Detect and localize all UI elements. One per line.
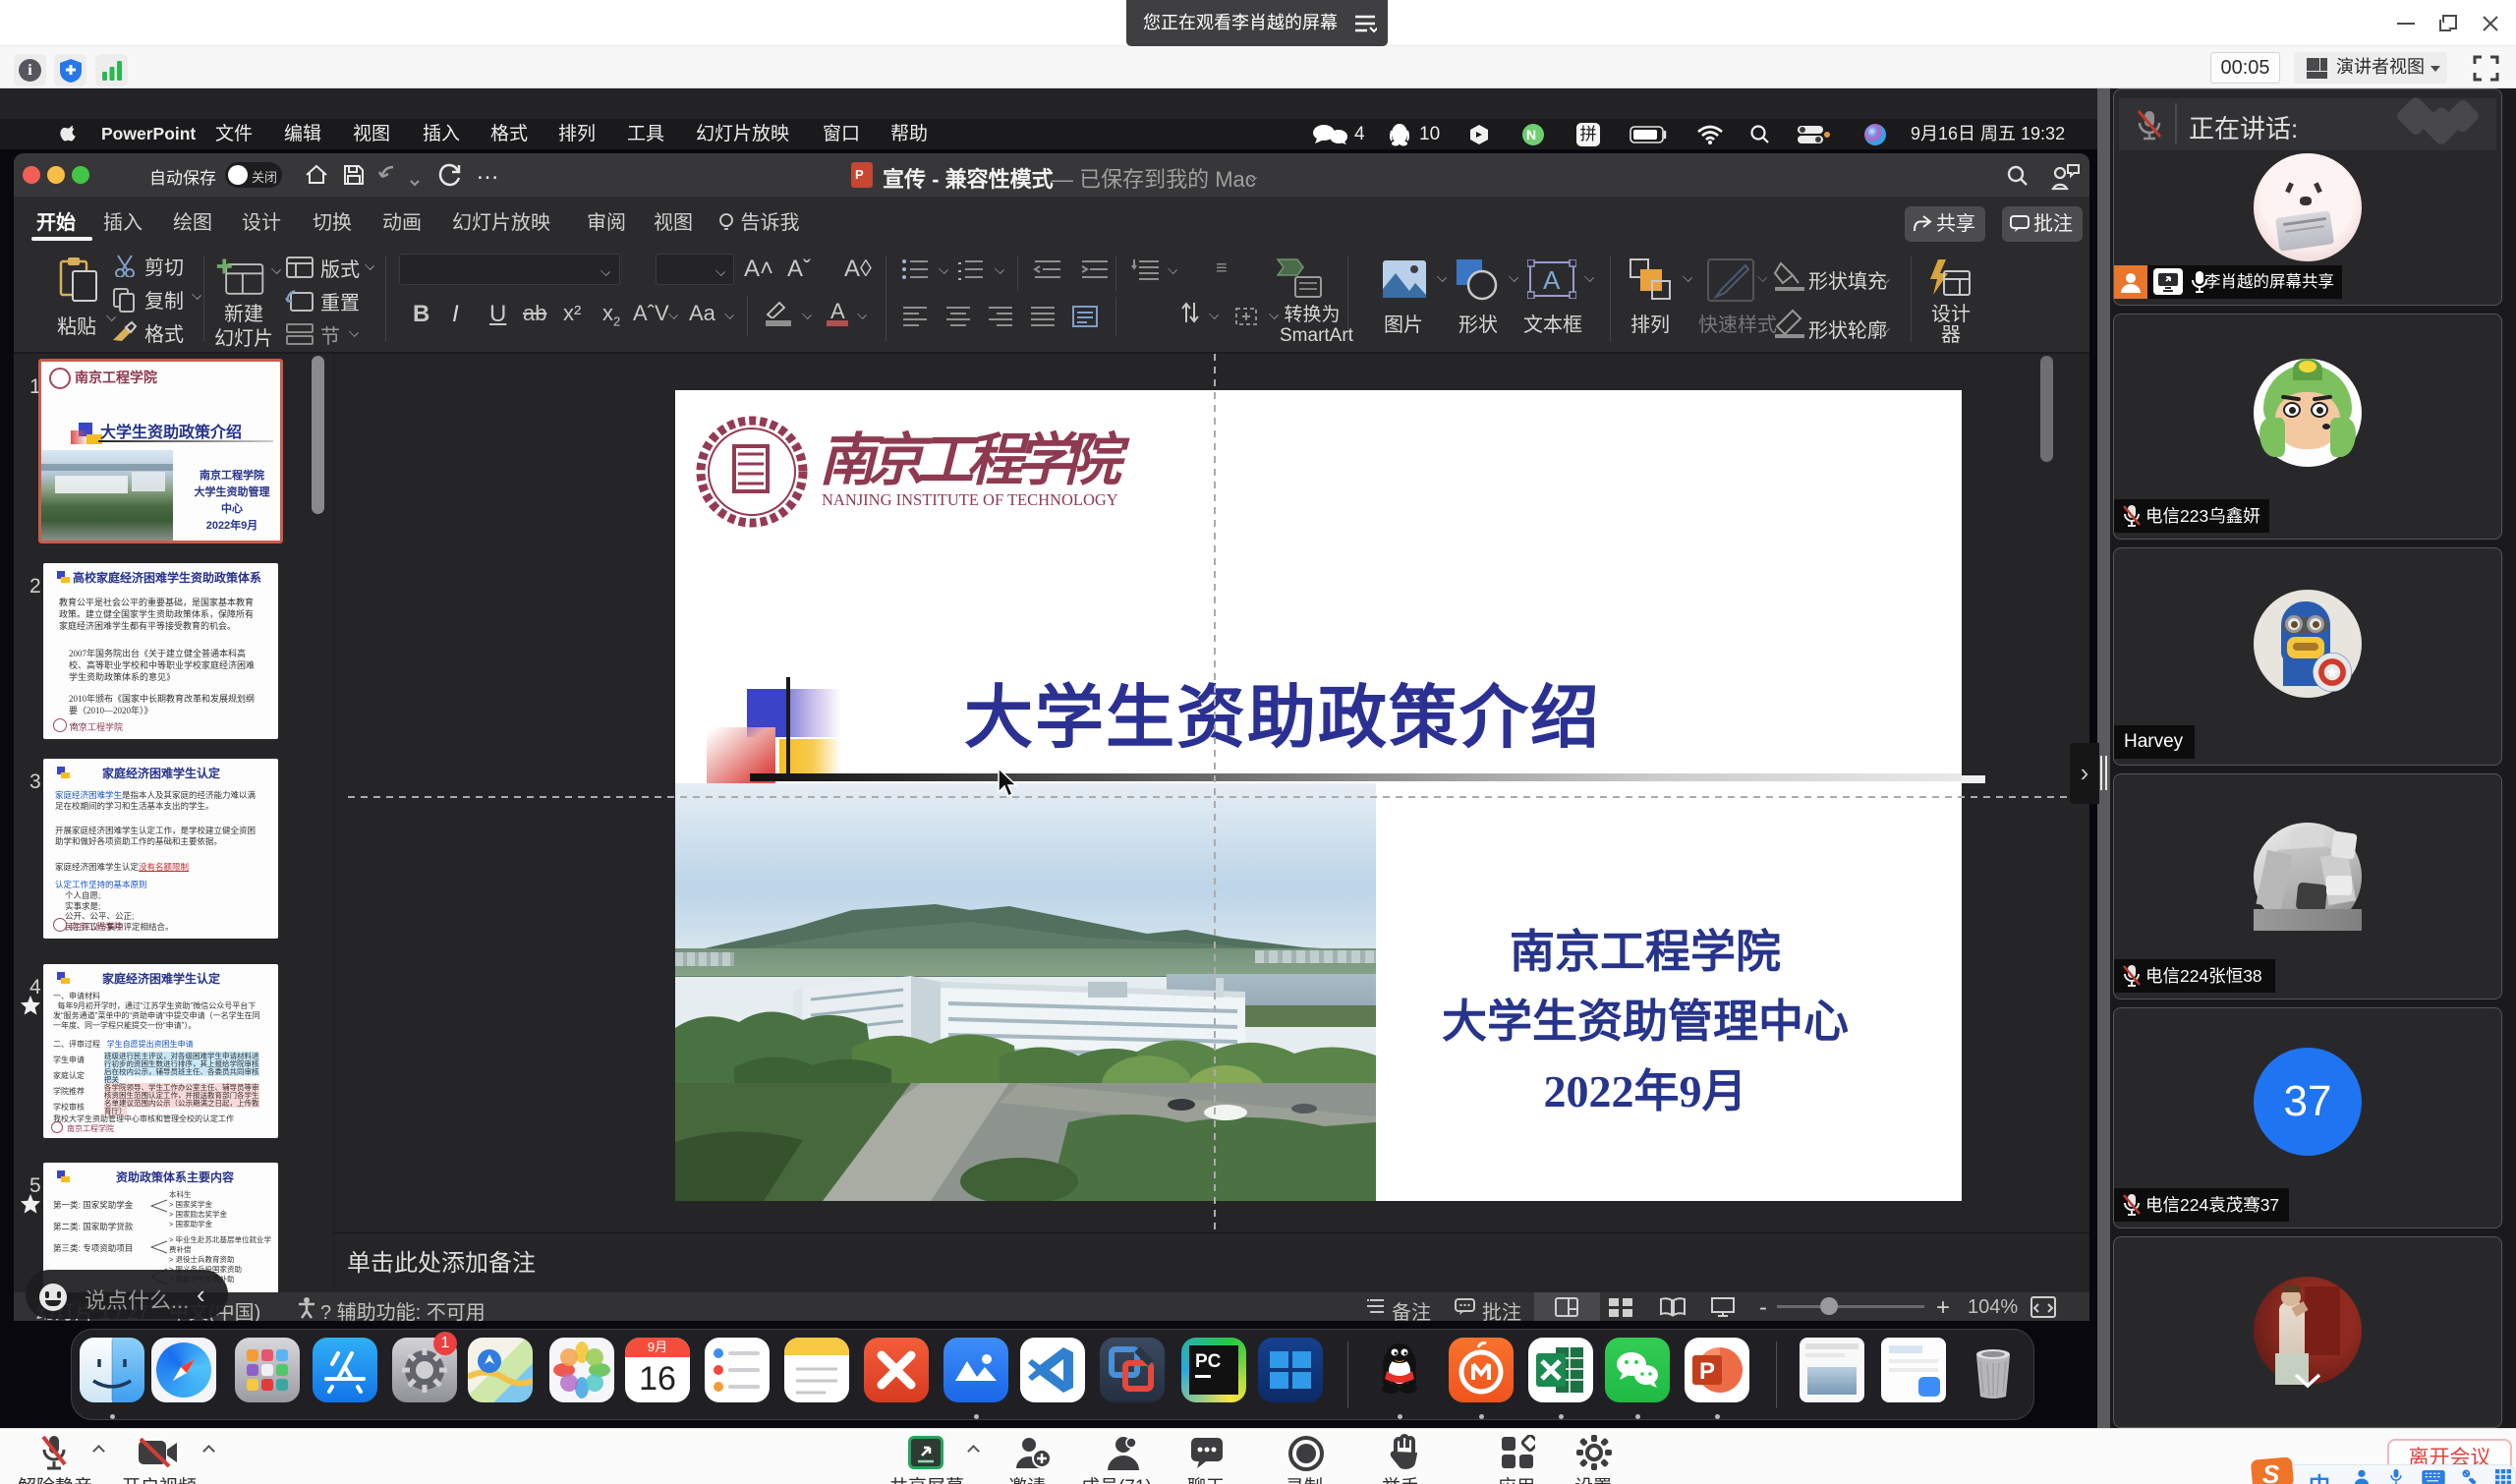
- svg-text:N: N: [1526, 127, 1536, 143]
- svg-text:P: P: [1699, 1358, 1715, 1385]
- svg-text:A: A: [1543, 265, 1561, 295]
